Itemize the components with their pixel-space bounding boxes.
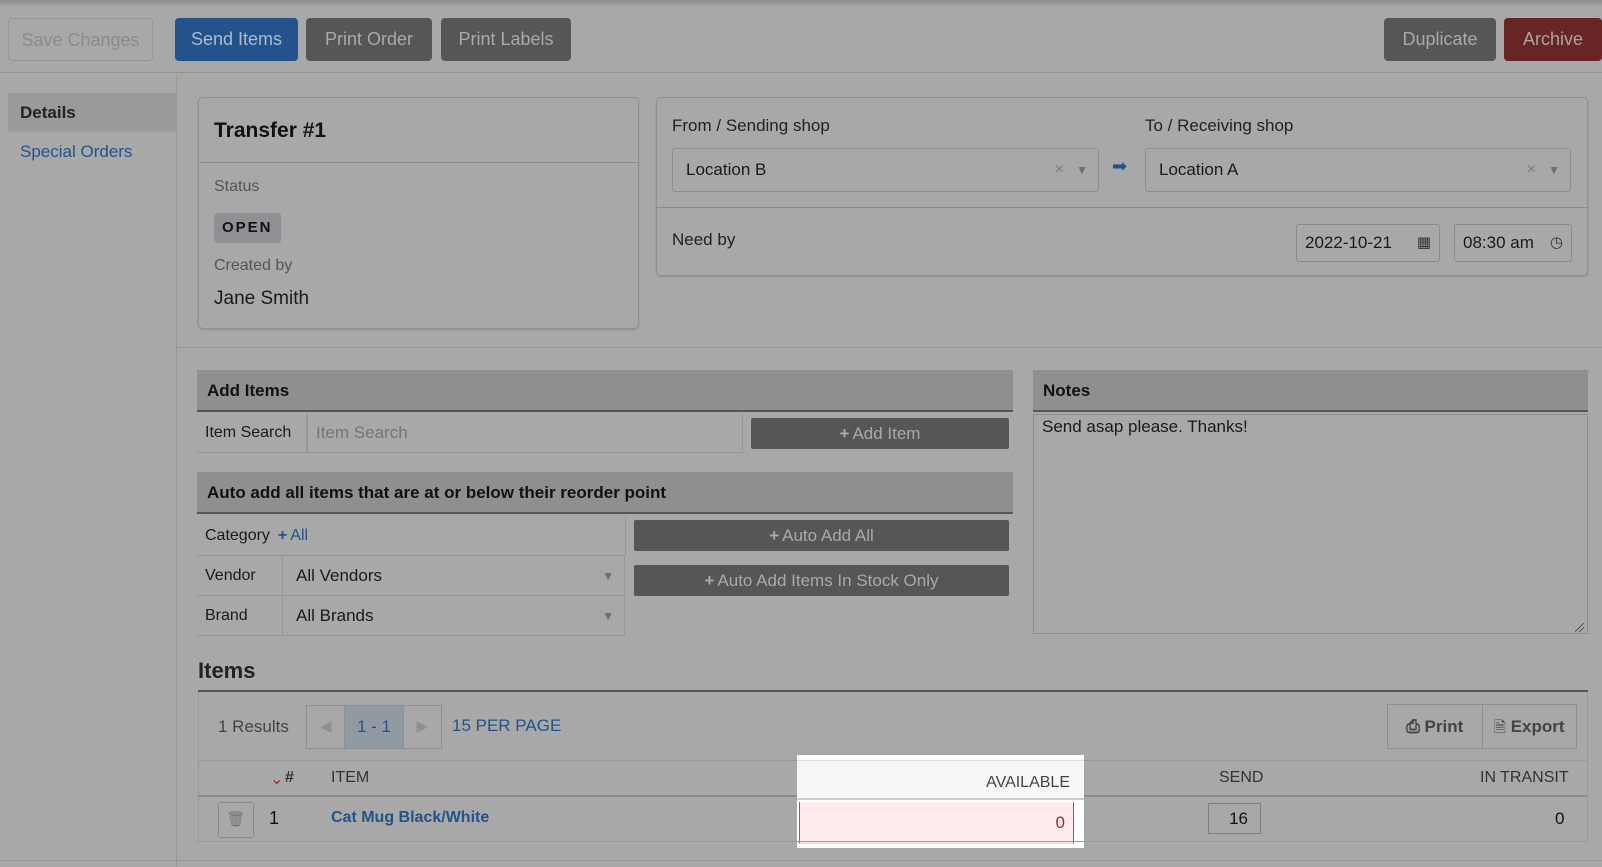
col-header-in-transit[interactable]: IN TRANSIT [1480,769,1569,787]
sidebar: Details Special Orders [0,74,177,867]
transfer-title: Transfer #1 [199,98,638,163]
duplicate-button[interactable]: Duplicate [1384,18,1496,61]
item-search-label: Item Search [197,414,307,453]
add-items-header: Add Items [197,370,1013,412]
print-export-group: ⎙ Print 🗎 Export [1387,704,1577,749]
clear-icon[interactable]: × [1055,149,1064,191]
archive-button[interactable]: Archive [1504,18,1602,61]
created-by-label: Created by [214,257,293,274]
page-bottom-rule [0,860,1602,861]
prev-page-icon[interactable]: ◀ [307,706,344,748]
status-label: Status [214,178,260,195]
vendor-select[interactable]: All Vendors ▼ [283,556,625,596]
available-column-highlight: AVAILABLE 0 [797,755,1084,848]
chevron-down-icon: ▼ [1076,163,1088,177]
page-range: 1 - 1 [344,706,404,748]
add-item-button[interactable]: + Add Item [751,418,1009,449]
delete-row-button[interactable]: 🗑 [218,802,254,838]
brand-value: All Brands [296,606,374,625]
transfer-card: Transfer #1 Status OPEN Created by Jane … [198,97,639,329]
to-shop-value: Location A [1159,160,1239,179]
vendor-value: All Vendors [296,566,382,585]
row-number: 1 [269,808,280,828]
auto-add-header: Auto add all items that are at or below … [197,472,1013,514]
print-label: Print [1424,717,1464,736]
print-order-button[interactable]: Print Order [306,18,432,61]
category-all-label: All [290,527,309,544]
save-changes-button[interactable]: Save Changes [8,18,153,61]
col-header-number[interactable]: # [285,769,294,787]
need-by-date-value: 2022-10-21 [1305,233,1392,252]
category-row: Category + All [197,516,626,556]
col-header-send[interactable]: SEND [1219,769,1263,787]
plus-icon: + [769,526,780,545]
notes-header: Notes [1033,370,1588,412]
toolbar: Save Changes Send Items Print Order Prin… [0,7,1602,73]
category-all-link[interactable]: + All [278,527,308,544]
items-title: Items [198,658,256,683]
in-transit-value: 0 [1555,809,1565,828]
add-item-label: Add Item [852,424,921,443]
vendor-label: Vendor [197,556,283,596]
item-search-input[interactable] [307,414,743,453]
brand-select[interactable]: All Brands ▼ [283,596,625,636]
from-shop-value: Location B [686,160,767,179]
top-shadow [0,0,1602,7]
need-by-date-input[interactable]: 2022-10-21 ▦ [1296,224,1440,262]
brand-label: Brand [197,596,283,636]
item-link[interactable]: Cat Mug Black/White [331,809,489,827]
to-shop-label: To / Receiving shop [1145,116,1294,135]
need-by-time-input[interactable]: 08:30 am ◷ [1454,224,1572,262]
auto-add-in-stock-label: Auto Add Items In Stock Only [717,571,939,590]
need-by-time-value: 08:30 am [1463,233,1534,252]
auto-add-in-stock-button[interactable]: + Auto Add Items In Stock Only [634,565,1009,596]
plus-icon: + [704,571,715,590]
to-shop-select[interactable]: Location A × ▼ [1145,148,1571,192]
clear-icon[interactable]: × [1527,149,1536,191]
col-header-available-label: AVAILABLE [986,774,1070,791]
chevron-down-icon: ▼ [1548,163,1560,177]
sort-desc-icon[interactable]: ⌄ [270,769,283,789]
calendar-icon: ▦ [1416,234,1431,251]
export-button[interactable]: 🗎 Export [1481,705,1577,748]
trash-icon: 🗑 [226,811,246,828]
from-shop-select[interactable]: Location B × ▼ [672,148,1099,192]
auto-add-all-label: Auto Add All [782,526,874,545]
sidebar-item-special-orders[interactable]: Special Orders [8,132,177,171]
from-shop-label: From / Sending shop [672,116,830,135]
row-bottom-rule [198,841,1588,842]
print-button[interactable]: ⎙ Print [1388,705,1482,748]
send-items-button[interactable]: Send Items [175,18,298,61]
clock-icon: ◷ [1549,234,1563,251]
results-count: 1 Results [218,717,289,736]
excel-file-icon: 🗎 [1493,719,1506,736]
available-cell: 0 [799,802,1074,844]
print-labels-button[interactable]: Print Labels [441,18,571,61]
arrow-right-icon: ➡ [1112,156,1128,176]
sidebar-item-details[interactable]: Details [8,93,177,132]
chevron-down-icon: ▼ [602,569,614,583]
auto-add-all-button[interactable]: + Auto Add All [634,520,1009,551]
section-divider [177,347,1602,348]
per-page-selector[interactable]: 15 PER PAGE [452,716,561,736]
printer-icon: ⎙ [1406,717,1420,736]
plus-icon: + [839,424,850,443]
category-label: Category [205,527,270,544]
shops-card: From / Sending shop To / Receiving shop … [656,97,1588,276]
available-value: 0 [1055,813,1065,832]
need-by-label: Need by [672,230,736,249]
status-badge: OPEN [214,213,281,243]
divider [657,207,1587,208]
pagination: ◀ 1 - 1 ▶ [306,705,442,749]
notes-textarea[interactable] [1033,414,1588,634]
col-header-item[interactable]: ITEM [331,769,369,787]
export-label: Export [1510,717,1565,736]
next-page-icon[interactable]: ▶ [404,706,441,748]
chevron-down-icon: ▼ [602,609,614,623]
resize-handle-icon[interactable] [1575,623,1584,632]
send-quantity-input[interactable]: 16 [1208,803,1261,834]
plus-icon: + [277,527,288,544]
created-by-value: Jane Smith [214,288,310,309]
col-header-available[interactable]: AVAILABLE [797,760,1084,800]
